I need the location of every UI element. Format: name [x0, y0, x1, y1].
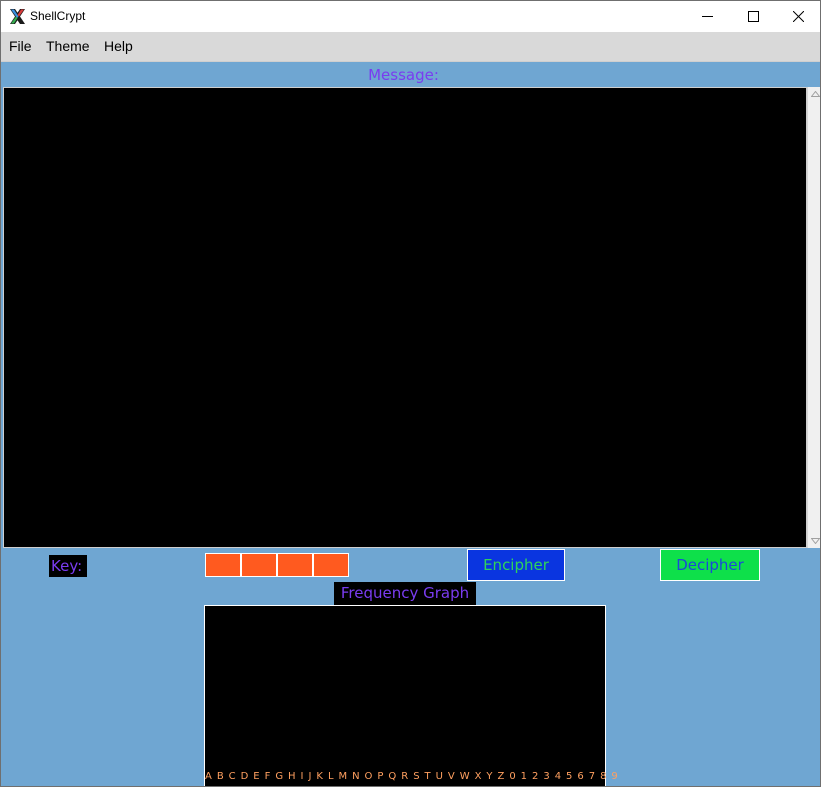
key-field-3[interactable]	[277, 553, 313, 577]
close-icon	[792, 7, 804, 26]
message-textarea[interactable]	[3, 87, 807, 548]
key-field-1[interactable]	[205, 553, 241, 577]
menu-help[interactable]: Help	[104, 38, 133, 54]
key-label: Key:	[49, 555, 87, 577]
maximize-button[interactable]	[730, 1, 776, 32]
decipher-button[interactable]: Decipher	[660, 549, 760, 581]
menu-file[interactable]: File	[9, 38, 32, 54]
key-field-4[interactable]	[313, 553, 349, 577]
encipher-button[interactable]: Encipher	[467, 549, 565, 581]
title-bar[interactable]: ShellCrypt	[1, 1, 820, 32]
key-field-2[interactable]	[241, 553, 277, 577]
minimize-button[interactable]	[684, 1, 730, 32]
frequency-graph: A B C D E F G H I J K L M N O P Q R S T …	[204, 605, 619, 786]
maximize-icon	[747, 7, 759, 26]
scroll-down-arrow-icon[interactable]	[808, 534, 820, 548]
frequency-axis-labels: A B C D E F G H I J K L M N O P Q R S T …	[205, 771, 619, 782]
menu-bar: File Theme Help	[1, 32, 820, 62]
frequency-graph-label: Frequency Graph	[334, 582, 476, 605]
app-window: ShellCrypt File Theme Help Message: Key:…	[0, 0, 821, 787]
message-label: Message:	[368, 66, 439, 84]
minimize-icon	[701, 7, 713, 26]
window-title: ShellCrypt	[30, 9, 86, 23]
menu-theme[interactable]: Theme	[46, 38, 90, 54]
scroll-up-arrow-icon[interactable]	[808, 87, 820, 101]
close-button[interactable]	[775, 1, 820, 32]
message-scrollbar[interactable]	[807, 87, 820, 548]
x-logo-icon	[9, 8, 26, 25]
